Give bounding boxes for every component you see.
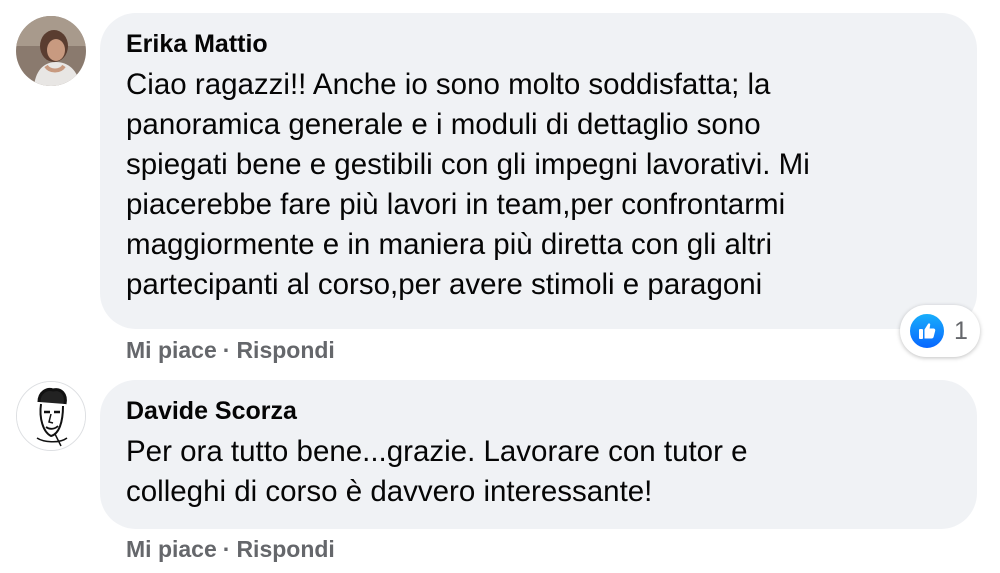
comment-text-line: Ciao ragazzi!! Anche io sono molto soddi…	[126, 68, 771, 101]
comment-actions: Mi piace · Rispondi	[126, 335, 335, 365]
avatar-caricature	[17, 382, 85, 450]
comment-text-line: Per ora tutto bene...grazie. Lavorare co…	[126, 435, 748, 468]
avatar[interactable]	[16, 381, 86, 451]
like-icon	[908, 312, 946, 350]
separator: ·	[222, 536, 231, 562]
comment-text: Ciao ragazzi!! Anche io sono molto soddi…	[126, 65, 951, 305]
comment-author[interactable]: Davide Scorza	[126, 394, 951, 428]
like-button[interactable]: Mi piace	[126, 337, 217, 363]
comment-bubble: Davide Scorza Per ora tutto bene...grazi…	[100, 380, 977, 529]
reaction-count: 1	[954, 317, 968, 345]
comment-text: Per ora tutto bene...grazie. Lavorare co…	[126, 432, 951, 512]
comment-author[interactable]: Erika Mattio	[126, 27, 951, 61]
reaction-summary[interactable]: 1	[900, 305, 980, 357]
comment-text-line: panoramica generale e i moduli di dettag…	[126, 108, 761, 141]
reply-button[interactable]: Rispondi	[236, 536, 334, 562]
comment-actions: Mi piace · Rispondi	[126, 534, 335, 564]
comment-text-line: partecipanti al corso,per avere stimoli …	[126, 268, 763, 301]
avatar-photo	[16, 16, 86, 86]
separator: ·	[222, 337, 231, 363]
reply-button[interactable]: Rispondi	[236, 337, 334, 363]
avatar[interactable]	[16, 16, 86, 86]
comment-text-line: spiegati bene e gestibili con gli impegn…	[126, 148, 810, 181]
comment-bubble: Erika Mattio Ciao ragazzi!! Anche io son…	[100, 13, 977, 329]
comment-text-line: piacerebbe fare più lavori in team,per c…	[126, 188, 786, 221]
like-button[interactable]: Mi piace	[126, 536, 217, 562]
comment-text-line: colleghi di corso è davvero interessante…	[126, 475, 653, 508]
comment-text-line: maggiormente e in maniera più diretta co…	[126, 228, 773, 261]
